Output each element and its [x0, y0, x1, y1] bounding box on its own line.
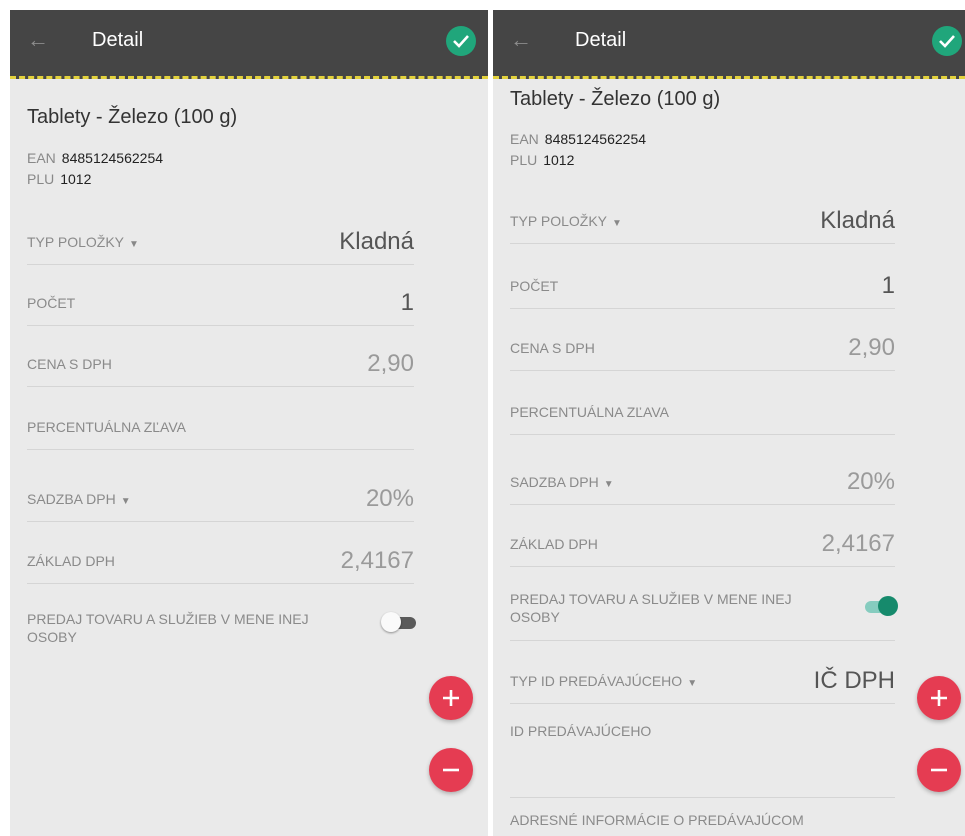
- caret-down-icon: ▼: [129, 239, 139, 250]
- plu-value: 1012: [543, 152, 575, 168]
- seller-id-label: ID PREDÁVAJÚCEHO: [510, 723, 652, 739]
- vat-base-value: 2,4167: [821, 530, 895, 557]
- add-button[interactable]: [917, 676, 961, 720]
- arrow-back-icon[interactable]: ←: [27, 28, 51, 52]
- check-icon[interactable]: [446, 26, 476, 56]
- caret-down-icon: ▼: [120, 496, 131, 507]
- item-type-label: TYP POLOŽKY: [27, 234, 124, 250]
- ean-line: EAN 8485124562254: [27, 150, 163, 166]
- field-vat-base[interactable]: ZÁKLAD DPH 2,4167: [510, 506, 895, 567]
- item-type-value: Kladná: [820, 207, 895, 234]
- count-label: POČET: [27, 295, 76, 311]
- screen-title: Detail: [575, 29, 627, 51]
- field-count[interactable]: POČET 1: [510, 248, 895, 309]
- ean-value: 8485124562254: [544, 131, 647, 147]
- other-person-toggle[interactable]: [862, 594, 902, 618]
- remove-button[interactable]: [917, 748, 961, 792]
- caret-down-icon: ▼: [612, 218, 622, 229]
- vat-base-value: 2,4167: [340, 547, 414, 574]
- ean-label: EAN: [510, 131, 539, 147]
- field-label: TYP POLOŽKY ▼: [510, 213, 622, 229]
- ean-label: EAN: [27, 150, 56, 166]
- plu-line: PLU 1012: [27, 171, 91, 187]
- toggle-thumb: [878, 596, 898, 616]
- count-value: 1: [400, 289, 414, 316]
- vat-rate-label: SADZBA DPH: [27, 491, 116, 507]
- field-price[interactable]: CENA S DPH 2,90: [510, 310, 895, 371]
- app-bar: ← Detail: [10, 10, 488, 79]
- plu-label: PLU: [510, 152, 538, 168]
- count-label: POČET: [510, 278, 559, 294]
- field-discount[interactable]: PERCENTUÁLNA ZĽAVA: [27, 389, 414, 450]
- discount-label: PERCENTUÁLNA ZĽAVA: [27, 419, 186, 435]
- field-vat-rate[interactable]: SADZBA DPH ▼ 20%: [27, 461, 414, 522]
- plu-label: PLU: [27, 171, 55, 187]
- toggle-row-other-person: PREDAJ TOVARU A SLUŽIEB V MENE INEJ OSOB…: [27, 596, 416, 660]
- plu-line: PLU 1012: [510, 152, 574, 168]
- minus-icon: [931, 768, 947, 772]
- field-price[interactable]: CENA S DPH 2,90: [27, 326, 414, 387]
- plus-icon: [443, 690, 459, 706]
- field-label: SADZBA DPH ▼: [510, 474, 614, 490]
- screen-title: Detail: [92, 29, 144, 51]
- check-icon[interactable]: [932, 26, 962, 56]
- add-button[interactable]: [429, 676, 473, 720]
- caret-down-icon: ▼: [603, 479, 614, 490]
- detail-screen-left: ← Detail Tablety - Železo (100 g) EAN 848…: [10, 10, 488, 836]
- vat-rate-value: 20%: [846, 468, 895, 495]
- field-item-type[interactable]: TYP POLOŽKY ▼ Kladná: [27, 204, 414, 265]
- vat-rate-value: 20%: [365, 485, 414, 512]
- field-label: SADZBA DPH ▼: [27, 491, 131, 507]
- field-seller-id[interactable]: ID PREDÁVAJÚCEHO: [510, 705, 895, 798]
- other-person-toggle[interactable]: [381, 610, 421, 634]
- vat-rate-label: SADZBA DPH: [510, 474, 599, 490]
- app-bar: ← Detail: [493, 10, 965, 79]
- plu-value: 1012: [60, 171, 92, 187]
- count-value: 1: [881, 272, 895, 299]
- vat-base-label: ZÁKLAD DPH: [510, 536, 598, 552]
- seller-address-label: ADRESNÉ INFORMÁCIE O PREDÁVAJÚCOM: [510, 812, 804, 828]
- toggle-row-other-person: PREDAJ TOVARU A SLUŽIEB V MENE INEJ OSOB…: [510, 576, 898, 641]
- minus-icon: [443, 768, 459, 772]
- item-type-label: TYP POLOŽKY: [510, 213, 607, 229]
- field-seller-address[interactable]: ADRESNÉ INFORMÁCIE O PREDÁVAJÚCOM: [510, 798, 895, 836]
- item-type-value: Kladná: [339, 228, 414, 255]
- field-label: TYP POLOŽKY ▼: [27, 234, 139, 250]
- price-value: 2,90: [367, 350, 414, 377]
- ean-line: EAN 8485124562254: [510, 131, 646, 147]
- field-seller-id-type[interactable]: TYP ID PREDÁVAJÚCEHO ▼ IČ DPH: [510, 643, 895, 704]
- seller-id-type-value: IČ DPH: [813, 667, 895, 694]
- product-name: Tablety - Železo (100 g): [510, 88, 721, 110]
- product-name: Tablety - Železo (100 g): [27, 106, 238, 128]
- seller-id-type-label: TYP ID PREDÁVAJÚCEHO: [510, 673, 683, 689]
- field-discount[interactable]: PERCENTUÁLNA ZĽAVA: [510, 374, 895, 435]
- toggle-thumb: [381, 612, 401, 632]
- discount-label: PERCENTUÁLNA ZĽAVA: [510, 404, 669, 420]
- price-value: 2,90: [848, 334, 895, 361]
- remove-button[interactable]: [429, 748, 473, 792]
- plus-icon: [931, 690, 947, 706]
- price-label: CENA S DPH: [27, 356, 112, 372]
- other-person-label: PREDAJ TOVARU A SLUŽIEB V MENE INEJ OSOB…: [27, 611, 309, 645]
- price-label: CENA S DPH: [510, 340, 595, 356]
- field-vat-base[interactable]: ZÁKLAD DPH 2,4167: [27, 523, 414, 584]
- field-item-type[interactable]: TYP POLOŽKY ▼ Kladná: [510, 183, 895, 244]
- field-count[interactable]: POČET 1: [27, 265, 414, 326]
- field-vat-rate[interactable]: SADZBA DPH ▼ 20%: [510, 444, 895, 505]
- detail-screen-right: ← Detail Tablety - Železo (100 g) EAN 848…: [493, 10, 965, 836]
- field-label: TYP ID PREDÁVAJÚCEHO ▼: [510, 673, 697, 689]
- caret-down-icon: ▼: [687, 678, 698, 689]
- arrow-back-icon[interactable]: ←: [510, 28, 534, 52]
- other-person-label: PREDAJ TOVARU A SLUŽIEB V MENE INEJ OSOB…: [510, 591, 792, 625]
- ean-value: 8485124562254: [61, 150, 164, 166]
- vat-base-label: ZÁKLAD DPH: [27, 553, 115, 569]
